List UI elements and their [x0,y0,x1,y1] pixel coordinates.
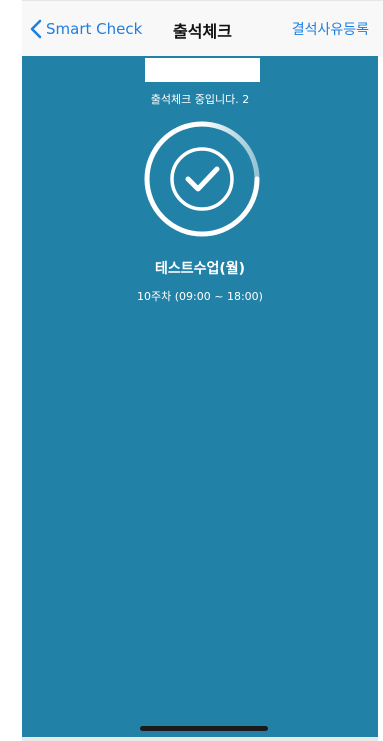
course-name: 테스트수업(월) [154,261,246,277]
chevron-left-icon [30,19,42,39]
back-button-label: Smart Check [46,20,143,38]
check-circle-icon [144,121,260,237]
left-gutter [0,0,22,741]
attendance-panel: 출석체크 중입니다. 2 테스트수업(월) 10주차 (09:00 ~ 18:0… [22,56,378,737]
navigation-bar: Smart Check 출석체크 결석사유등록 [22,0,383,57]
app-screen: Smart Check 출석체크 결석사유등록 출석체크 중입니다. 2 테스트… [0,0,383,741]
absence-register-button[interactable]: 결석사유등록 [292,19,369,39]
home-indicator [140,726,268,731]
redacted-name-box [145,58,260,82]
attendance-status-text: 출석체크 중입니다. 2 [150,93,250,106]
course-time: 10주차 (09:00 ~ 18:00) [137,290,263,303]
bottom-edge [22,737,378,741]
back-button[interactable]: Smart Check [30,17,142,41]
